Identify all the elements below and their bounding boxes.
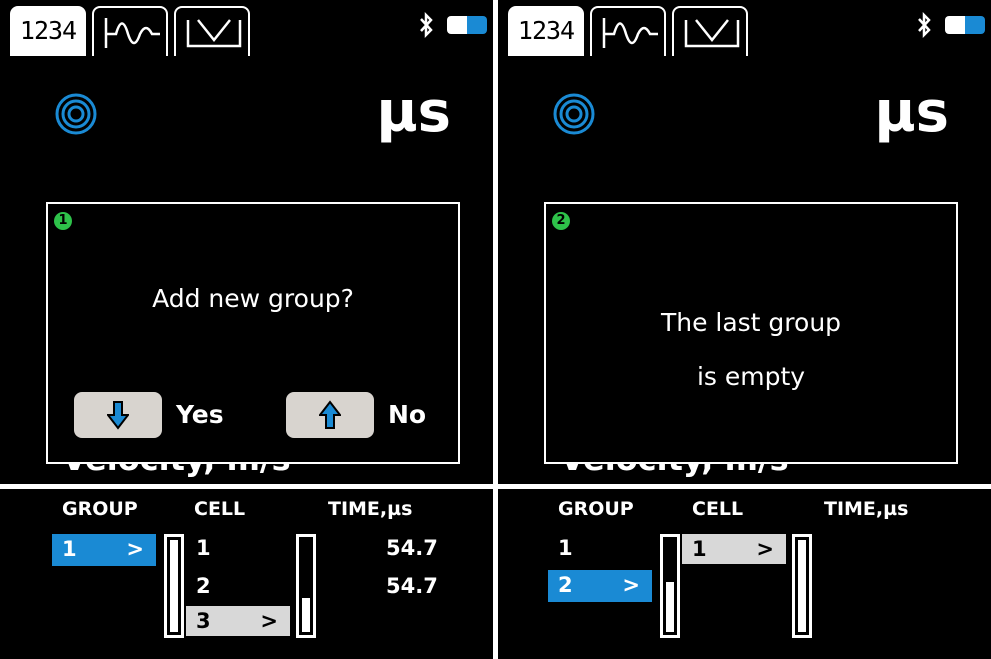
cell-row-1[interactable]: 1 <box>196 536 211 560</box>
square-pulse-icon <box>684 19 740 48</box>
tab-waveform[interactable] <box>590 6 666 56</box>
chevron-right-icon: > <box>126 537 144 561</box>
tab-pulse[interactable] <box>672 6 748 56</box>
time-value-1: 54.7 <box>386 536 438 560</box>
square-pulse-icon <box>186 19 242 48</box>
chevron-right-icon: > <box>756 537 774 561</box>
chevron-right-icon: > <box>260 609 278 633</box>
divider <box>498 484 991 489</box>
header-group: GROUP <box>62 498 138 520</box>
device-screen-2: 1234 µs Velocity, m/s 2 The last group i… <box>498 0 991 659</box>
tab-bar: 1234 <box>0 0 493 56</box>
device-screen-1: 1234 µs Velocity, m/s 1 Add new group? <box>0 0 493 659</box>
divider <box>0 484 493 489</box>
unit-label: µs <box>874 80 949 145</box>
waveform-icon <box>602 18 658 48</box>
header-time: TIME,µs <box>328 498 413 520</box>
info-dialog: 2 The last group is empty <box>544 202 958 464</box>
tab-digits[interactable]: 1234 <box>10 6 86 56</box>
tab-waveform[interactable] <box>92 6 168 56</box>
group-row-1[interactable]: 1 <box>558 536 573 560</box>
header-cell: CELL <box>194 498 246 520</box>
step-badge: 1 <box>54 212 72 230</box>
no-button[interactable] <box>286 392 374 438</box>
header-cell: CELL <box>692 498 744 520</box>
dialog-message-line-2: is empty <box>696 362 806 391</box>
tab-bar: 1234 <box>498 0 991 56</box>
dialog-message: The last group is empty <box>546 296 956 404</box>
header-time: TIME,µs <box>824 498 909 520</box>
dialog-message-line-1: The last group <box>660 308 842 337</box>
time-value-2: 54.7 <box>386 574 438 598</box>
group-scrollbar[interactable] <box>164 534 184 638</box>
waveform-icon <box>104 18 160 48</box>
arrow-up-icon <box>319 400 341 429</box>
sensor-icon <box>55 93 97 135</box>
cell-row-1[interactable]: 1 > <box>682 534 786 564</box>
group-row-1[interactable]: 1 > <box>52 534 156 566</box>
battery-icon <box>945 16 985 34</box>
sensor-icon <box>553 93 595 135</box>
unit-label: µs <box>376 80 451 145</box>
arrow-down-icon <box>107 401 129 430</box>
battery-icon <box>447 16 487 34</box>
confirm-dialog: 1 Add new group? Yes No <box>46 202 460 464</box>
cell-row-3[interactable]: 3 > <box>186 606 290 636</box>
cell-scrollbar[interactable] <box>296 534 316 638</box>
yes-button[interactable] <box>74 392 162 438</box>
chevron-right-icon: > <box>622 573 640 597</box>
tab-digits[interactable]: 1234 <box>508 6 584 56</box>
cell-scrollbar[interactable] <box>792 534 812 638</box>
no-label: No <box>388 400 427 429</box>
header-group: GROUP <box>558 498 634 520</box>
bluetooth-icon <box>420 12 433 38</box>
group-scrollbar[interactable] <box>660 534 680 638</box>
step-badge: 2 <box>552 212 570 230</box>
group-row-2[interactable]: 2 > <box>548 570 652 602</box>
dialog-message: Add new group? <box>152 284 354 313</box>
cell-row-2[interactable]: 2 <box>196 574 211 598</box>
bluetooth-icon <box>918 12 931 38</box>
yes-label: Yes <box>176 400 224 429</box>
tab-pulse[interactable] <box>174 6 250 56</box>
